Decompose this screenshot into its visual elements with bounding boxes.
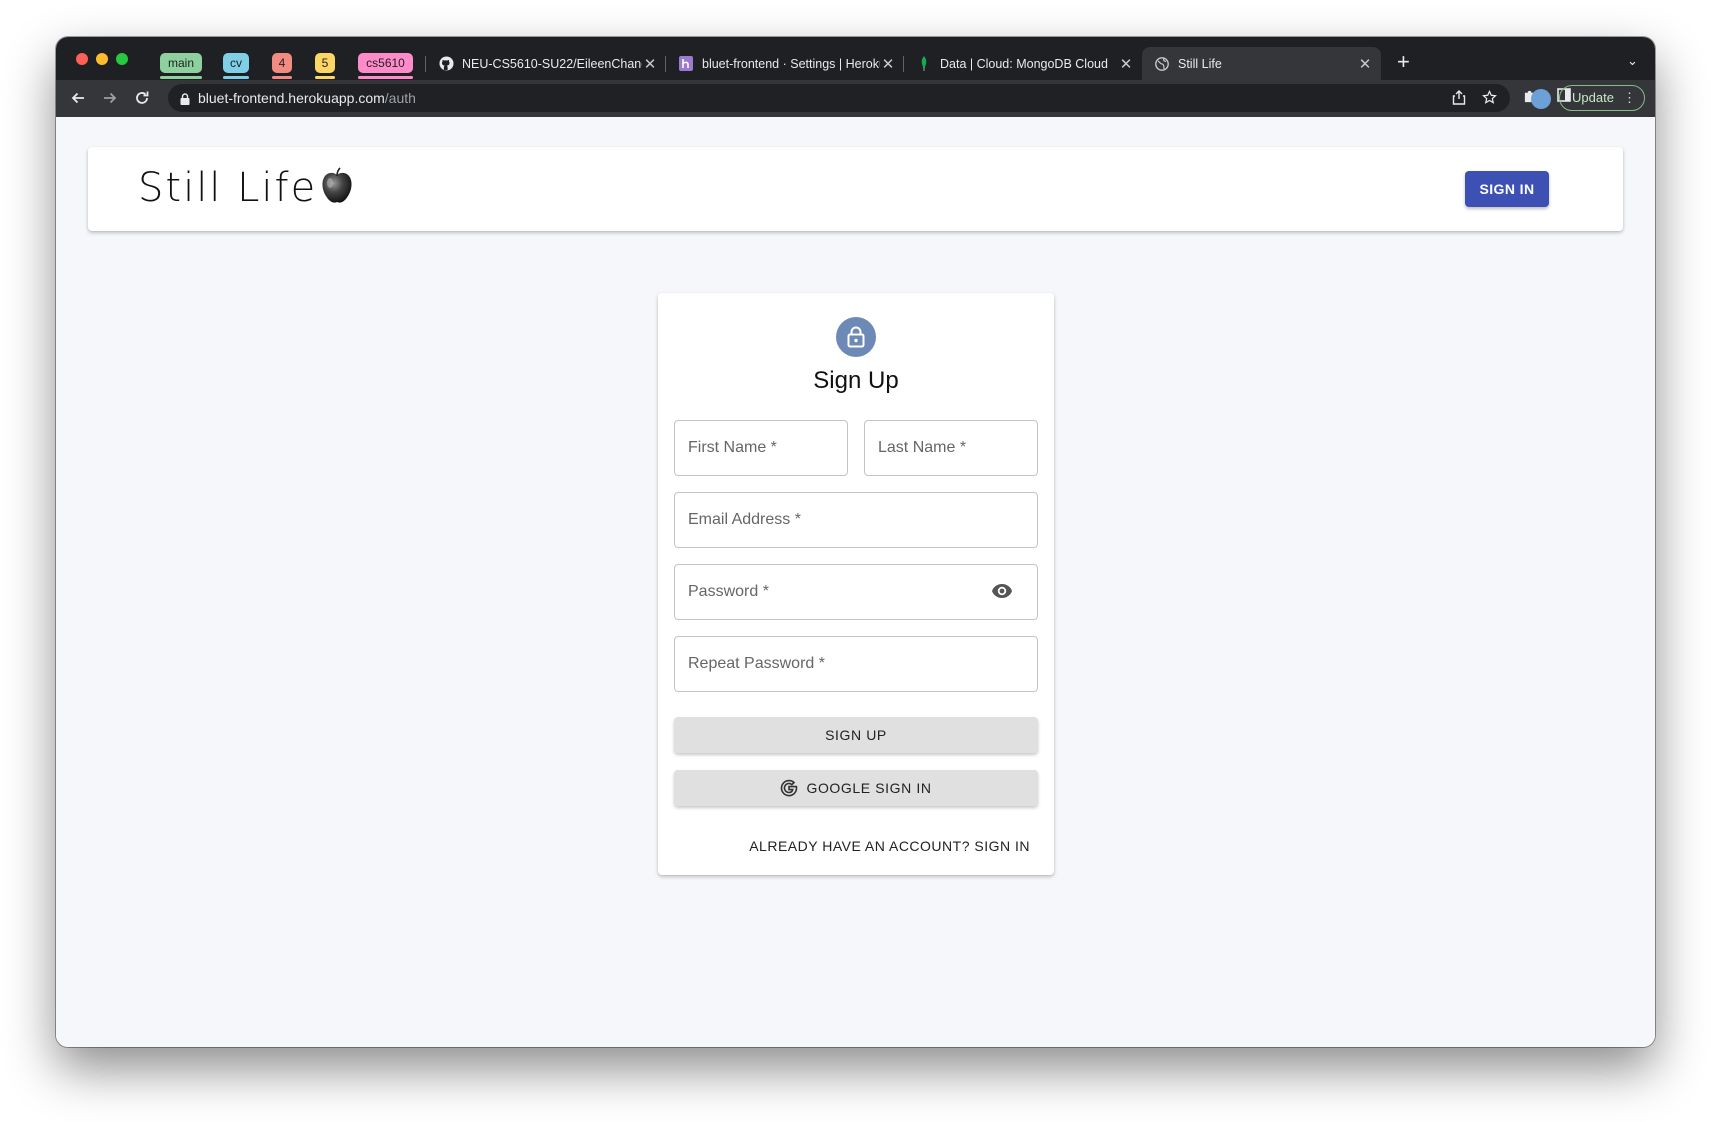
google-sign-in-button[interactable]: GOOGLE SIGN IN — [674, 770, 1038, 806]
sign-up-button[interactable]: SIGN UP — [674, 717, 1038, 753]
sign-up-label: SIGN UP — [825, 727, 887, 743]
tab-heroku[interactable]: bluet-frontend · Settings | Heroku ✕ — [666, 47, 904, 80]
tab-group-cs5610[interactable]: cs5610 — [358, 53, 413, 79]
google-g-icon — [780, 779, 798, 797]
forward-button[interactable] — [98, 86, 122, 110]
back-button[interactable] — [66, 86, 90, 110]
email-field[interactable] — [674, 492, 1038, 548]
lock-icon[interactable] — [180, 92, 190, 110]
new-tab-button[interactable]: + — [1397, 49, 1410, 75]
tab-title: NEU-CS5610-SU22/EileenChang — [462, 56, 642, 71]
first-name-input[interactable] — [675, 421, 847, 475]
password-field[interactable] — [674, 564, 1038, 620]
sign-up-card: Sign Up SIGN UP — [658, 293, 1054, 875]
tab-title: bluet-frontend · Settings | Heroku — [702, 56, 880, 71]
repeat-password-field[interactable] — [674, 636, 1038, 692]
url-text: bluet-frontend.herokuapp.com/auth — [198, 90, 416, 106]
last-name-input[interactable] — [865, 421, 1037, 475]
heroku-icon — [678, 56, 694, 72]
minimize-window-button[interactable] — [96, 53, 108, 65]
reload-button[interactable] — [130, 86, 154, 110]
update-label: Update — [1572, 90, 1614, 105]
github-icon — [438, 56, 454, 72]
globe-icon — [1154, 56, 1170, 72]
close-tab-icon[interactable]: ✕ — [1118, 55, 1134, 73]
repeat-password-input[interactable] — [675, 637, 1037, 691]
tab-mongodb[interactable]: Data | Cloud: MongoDB Cloud ✕ — [904, 47, 1142, 80]
google-sign-in-label: GOOGLE SIGN IN — [806, 780, 932, 796]
tab-group-cv[interactable]: cv — [223, 53, 249, 79]
browser-window: main cv 4 5 cs5610 NEU-CS5610-SU22/Eilee… — [56, 37, 1655, 1047]
tab-github[interactable]: NEU-CS5610-SU22/EileenChang ✕ — [426, 47, 666, 80]
mongodb-leaf-icon — [916, 56, 932, 72]
tab-group-main[interactable]: main — [160, 53, 202, 79]
maximize-window-button[interactable] — [116, 53, 128, 65]
more-menu-icon[interactable]: ⋮ — [1623, 86, 1636, 110]
tab-group-4[interactable]: 4 — [272, 53, 292, 79]
avatar — [836, 317, 876, 357]
brand-title[interactable]: Still Life — [138, 165, 317, 211]
page-content: Still Life SIGN IN Sign Up First Name * … — [56, 117, 1655, 1047]
profile-avatar[interactable] — [1531, 89, 1551, 109]
url-path: /auth — [384, 90, 416, 106]
tab-still-life[interactable]: Still Life ✕ — [1142, 47, 1381, 80]
apple-logo-icon — [322, 167, 352, 203]
first-name-field[interactable] — [674, 420, 848, 476]
address-bar[interactable]: bluet-frontend.herokuapp.com/auth — [168, 84, 1510, 112]
tab-title: Still Life — [1178, 56, 1222, 71]
url-domain: bluet-frontend.herokuapp.com — [198, 90, 385, 106]
lock-icon — [847, 326, 865, 348]
update-button[interactable]: Update ⋮ — [1559, 85, 1645, 111]
password-input[interactable] — [675, 565, 1037, 619]
close-window-button[interactable] — [76, 53, 88, 65]
header-sign-in-button[interactable]: SIGN IN — [1465, 171, 1549, 207]
bookmark-star-icon[interactable] — [1482, 89, 1497, 109]
browser-toolbar: bluet-frontend.herokuapp.com/auth Update… — [56, 80, 1655, 117]
page-title: Sign Up — [813, 367, 899, 394]
close-tab-icon[interactable]: ✕ — [880, 55, 896, 73]
tab-title: Data | Cloud: MongoDB Cloud — [940, 56, 1108, 71]
close-tab-icon[interactable]: ✕ — [642, 55, 658, 73]
email-input[interactable] — [675, 493, 1037, 547]
already-have-account-link[interactable]: ALREADY HAVE AN ACCOUNT? SIGN IN — [749, 838, 1030, 854]
tab-strip: main cv 4 5 cs5610 NEU-CS5610-SU22/Eilee… — [56, 37, 1655, 80]
close-tab-icon[interactable]: ✕ — [1357, 55, 1373, 73]
show-password-eye-icon[interactable] — [991, 583, 1013, 604]
tab-search-chevron-icon[interactable]: ⌄ — [1627, 53, 1638, 69]
last-name-field[interactable] — [864, 420, 1038, 476]
tab-group-5[interactable]: 5 — [315, 53, 335, 79]
share-icon[interactable] — [1452, 90, 1466, 109]
app-header: Still Life SIGN IN — [88, 147, 1623, 231]
